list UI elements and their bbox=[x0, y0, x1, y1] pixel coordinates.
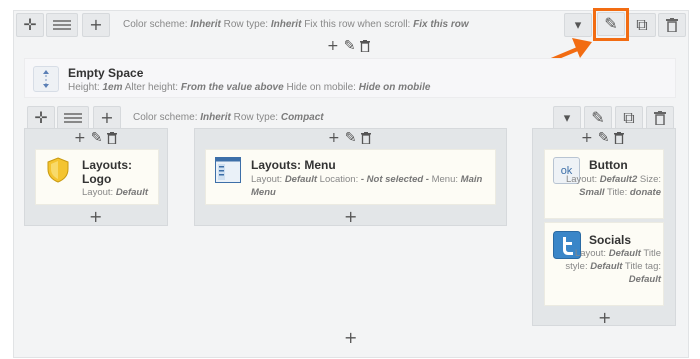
row-mini-toolbar: + ✎ bbox=[327, 39, 371, 53]
menu-title: Layouts: Menu bbox=[251, 158, 336, 172]
pencil-icon[interactable]: ✎ bbox=[344, 39, 356, 53]
row-layout-button[interactable] bbox=[46, 13, 78, 37]
title-value: donate bbox=[629, 187, 661, 198]
color-scheme-value: Inherit bbox=[200, 112, 231, 123]
fix-row-value: Fix this row bbox=[413, 19, 469, 30]
add-element-icon[interactable]: + bbox=[89, 209, 102, 225]
trash-icon[interactable] bbox=[360, 40, 371, 52]
add-element-icon[interactable]: + bbox=[344, 209, 357, 225]
size-label: Size: bbox=[639, 174, 661, 185]
inner-row-settings-summary: Color scheme: Inherit Row type: Compact bbox=[133, 112, 324, 123]
button-title: Button bbox=[589, 158, 628, 172]
socials-title: Socials bbox=[589, 233, 632, 247]
inner-row-layout-button[interactable] bbox=[57, 106, 89, 130]
title-label: Title: bbox=[606, 187, 628, 198]
socials-settings: Layout: Default Title style: Default Tit… bbox=[553, 247, 661, 286]
menu-label: Menu: bbox=[431, 174, 459, 185]
logo-settings: Layout: Default bbox=[82, 186, 148, 199]
hide-mobile-value: Hide on mobile bbox=[358, 82, 431, 93]
color-scheme-value: Inherit bbox=[190, 19, 221, 30]
trash-icon[interactable] bbox=[107, 132, 118, 144]
add-row-icon[interactable]: + bbox=[344, 330, 357, 346]
move-icon: ✛ bbox=[34, 108, 48, 127]
size-value: Small bbox=[579, 187, 605, 198]
add-element-icon[interactable]: + bbox=[581, 131, 593, 145]
columns-icon bbox=[53, 20, 71, 30]
title-tag-label: Title tag: bbox=[624, 261, 661, 272]
layout-value: Default2 bbox=[599, 174, 638, 185]
move-inner-row-button[interactable]: ✛ bbox=[27, 106, 55, 130]
pencil-icon[interactable]: ✎ bbox=[345, 131, 357, 145]
button-settings: Layout: Default2 Size: Small Title: dona… bbox=[553, 173, 661, 199]
duplicate-inner-row-button[interactable]: ⧉ bbox=[615, 106, 643, 130]
color-scheme-label: Color scheme: bbox=[123, 19, 188, 30]
layout-value: Default bbox=[608, 248, 641, 259]
row-type-value: Compact bbox=[280, 112, 324, 123]
add-element-icon[interactable]: + bbox=[74, 131, 86, 145]
duplicate-row-button[interactable]: ⧉ bbox=[628, 13, 656, 37]
hide-mobile-label: Hide on mobile: bbox=[286, 82, 356, 93]
plus-icon: + bbox=[100, 108, 114, 127]
location-value: - Not selected - bbox=[360, 174, 429, 185]
add-inner-column-button[interactable]: + bbox=[93, 106, 121, 130]
height-label: Height: bbox=[68, 82, 100, 93]
add-column-button[interactable]: + bbox=[82, 13, 110, 37]
height-value: 1em bbox=[102, 82, 123, 93]
plus-icon: + bbox=[89, 15, 103, 34]
delete-row-button[interactable] bbox=[658, 13, 686, 37]
add-element-icon[interactable]: + bbox=[328, 131, 340, 145]
columns-icon bbox=[64, 113, 82, 123]
location-label: Location: bbox=[319, 174, 359, 185]
row-type-label: Row type: bbox=[223, 19, 269, 30]
empty-space-icon bbox=[33, 66, 59, 92]
layout-value: Default bbox=[115, 187, 149, 198]
move-icon: ✛ bbox=[23, 15, 37, 34]
column-mini-toolbar: + ✎ bbox=[328, 131, 372, 145]
pencil-icon[interactable]: ✎ bbox=[598, 131, 610, 145]
trash-icon bbox=[666, 18, 678, 32]
logo-title: Layouts: Logo bbox=[82, 158, 133, 186]
trash-icon bbox=[654, 111, 666, 125]
pencil-icon: ✎ bbox=[591, 108, 605, 127]
move-row-button[interactable]: ✛ bbox=[16, 13, 44, 37]
copy-icon: ⧉ bbox=[623, 108, 635, 127]
delete-inner-row-button[interactable] bbox=[646, 106, 674, 130]
layout-label: Layout: bbox=[251, 174, 283, 185]
trash-icon[interactable] bbox=[614, 132, 625, 144]
title-tag-value: Default bbox=[628, 274, 661, 285]
alter-height-label: Alter height: bbox=[124, 82, 179, 93]
trash-icon[interactable] bbox=[361, 132, 372, 144]
pencil-icon[interactable]: ✎ bbox=[91, 131, 103, 145]
alter-height-value: From the value above bbox=[180, 82, 284, 93]
copy-icon: ⧉ bbox=[636, 15, 648, 34]
inner-row-more-button[interactable]: ▾ bbox=[553, 106, 581, 130]
add-element-icon[interactable]: + bbox=[327, 39, 339, 53]
layout-label: Layout: bbox=[565, 174, 598, 185]
menu-settings: Layout: Default Location: - Not selected… bbox=[251, 173, 491, 199]
column-mini-toolbar: + ✎ bbox=[581, 131, 625, 145]
menu-icon bbox=[215, 157, 241, 183]
row-type-value: Inherit bbox=[270, 19, 302, 30]
row-type-label: Row type: bbox=[233, 112, 279, 123]
edit-inner-row-button[interactable]: ✎ bbox=[584, 106, 612, 130]
fix-row-label: Fix this row when scroll: bbox=[304, 19, 411, 30]
chevron-down-icon: ▾ bbox=[563, 110, 571, 126]
empty-space-title: Empty Space bbox=[68, 66, 144, 80]
color-scheme-label: Color scheme: bbox=[133, 112, 198, 123]
layout-value: Default bbox=[284, 174, 318, 185]
empty-space-settings: Height: 1em Alter height: From the value… bbox=[68, 82, 430, 93]
column-mini-toolbar: + ✎ bbox=[74, 131, 118, 145]
title-style-value: Default bbox=[590, 261, 623, 272]
shield-icon bbox=[47, 157, 69, 183]
layout-label: Layout: bbox=[574, 248, 607, 259]
row-settings-summary: Color scheme: Inherit Row type: Inherit … bbox=[123, 19, 469, 30]
add-element-icon[interactable]: + bbox=[598, 310, 611, 326]
layout-label: Layout: bbox=[82, 187, 114, 198]
